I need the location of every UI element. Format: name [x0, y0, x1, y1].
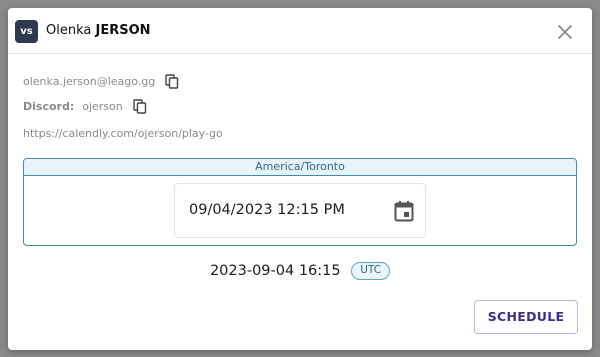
utc-datetime: 2023-09-04 16:15 [209, 263, 341, 279]
discord-label: Discord: [23, 100, 75, 113]
timezone-panel: America/Toronto 09/04/2023 12:15 PM [23, 158, 577, 246]
discord-value: ojerson [82, 100, 123, 113]
schedule-dialog: vs Olenka JERSON olenka.jerson@leago.gg … [8, 8, 592, 350]
calendly-row: https://calendly.com/ojerson/play-go [23, 127, 223, 140]
discord-row: Discord: ojerson [23, 99, 147, 114]
utc-badge: UTC [351, 262, 391, 280]
player-name: Olenka JERSON [46, 23, 151, 38]
calendar-icon [394, 201, 414, 222]
copy-icon [133, 99, 146, 114]
first-name: Olenka [46, 23, 92, 38]
close-button[interactable] [556, 23, 574, 41]
datetime-value: 09/04/2023 12:15 PM [189, 202, 345, 218]
close-icon [558, 25, 572, 39]
email-text: olenka.jerson@leago.gg [23, 75, 156, 88]
calendly-link[interactable]: https://calendly.com/ojerson/play-go [23, 127, 223, 140]
timezone-label: America/Toronto [24, 159, 576, 176]
avatar: vs [15, 20, 38, 43]
copy-email-button[interactable] [165, 74, 179, 89]
datetime-input[interactable]: 09/04/2023 12:15 PM [174, 183, 426, 238]
calendar-button[interactable] [394, 200, 414, 222]
email-row: olenka.jerson@leago.gg [23, 74, 179, 89]
schedule-button[interactable]: SCHEDULE [474, 300, 578, 334]
copy-discord-button[interactable] [133, 99, 147, 114]
last-name: JERSON [95, 23, 151, 38]
copy-icon [165, 74, 179, 89]
utc-datetime-row: 2023-09-04 16:15 UTC [8, 262, 592, 280]
dialog-header: vs Olenka JERSON [8, 8, 592, 54]
